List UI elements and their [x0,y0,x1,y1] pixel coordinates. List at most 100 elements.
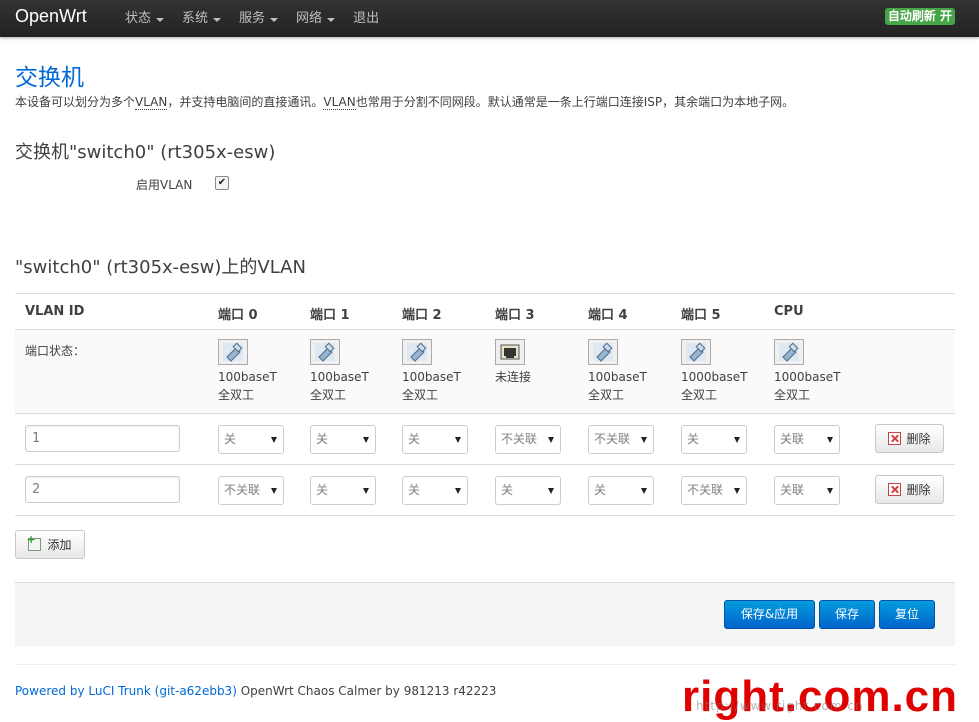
port-membership-select[interactable]: 不关联 [681,476,747,505]
dropdown-arrow-icon [641,437,647,443]
footer: Powered by LuCI Trunk (git-a62ebb3) Open… [15,684,496,698]
dropdown-arrow-icon [734,488,740,494]
select-value: 关 [408,432,421,446]
port-status-text: 1000baseT 全双工 [774,368,840,404]
header-port-3: 端口 3 [495,308,535,323]
port-status-text: 100baseT 全双工 [310,368,369,404]
delete-icon [888,432,902,445]
nav-item-logout[interactable]: 退出 [344,0,388,37]
dropdown-arrow-icon [363,437,369,443]
dropdown-arrow-icon [827,488,833,494]
footer-text: OpenWrt Chaos Calmer by 981213 r42223 [236,684,497,698]
port-membership-select[interactable]: 不关联 [588,425,654,454]
enable-vlan-checkbox[interactable]: ✔ [215,176,229,190]
save-apply-button[interactable]: 保存&应用 [724,600,815,629]
vlan-table: VLAN ID 端口 0 端口 1 端口 2 端口 3 端口 4 端口 5 CP… [15,293,955,516]
dropdown-arrow-icon [548,437,554,443]
form-actions: 保存&应用 保存 复位 [15,582,955,646]
watermark-url: http://www.right.com.cn [696,699,864,713]
vlan-id-input[interactable] [25,425,180,452]
port-duplex: 全双工 [310,388,347,402]
dropdown-arrow-icon [827,437,833,443]
nav-item-system[interactable]: 系统 [173,0,230,37]
dropdown-arrow-icon [455,437,461,443]
switch-section-title: 交换机"switch0" (rt305x-esw) [15,142,276,163]
ethernet-port-icon [310,339,340,365]
port-membership-select[interactable]: 关联 [774,425,840,454]
vlan-section-title: "switch0" (rt305x-esw)上的VLAN [15,257,306,278]
ethernet-port-icon [402,339,432,365]
port-status-cell: 100baseT 全双工 [218,339,277,404]
port-duplex: 全双工 [402,388,439,402]
nav-item-label: 退出 [353,11,380,26]
port-membership-select[interactable]: 关 [588,476,654,505]
page-description: 本设备可以划分为多个VLAN，并支持电脑间的直接通讯。VLAN也常用于分割不同网… [15,93,794,110]
nav-item-network[interactable]: 网络 [287,0,344,37]
description-text: 也常用于分割不同网段。默认通常是一条上行端口连接ISP，其余端口为本地子网。 [355,95,795,109]
port-status-cell: 100baseT 全双工 [310,339,369,404]
select-value: 不关联 [501,432,538,446]
chevron-down-icon [156,17,165,22]
reset-button[interactable]: 复位 [879,600,935,629]
enable-vlan-label: 启用VLAN [136,178,193,192]
select-value: 关 [501,483,514,497]
header-cpu: CPU [774,304,804,319]
port-speed: 100baseT [588,370,647,384]
port-membership-select[interactable]: 关 [495,476,561,505]
port-speed: 100baseT [218,370,277,384]
select-value: 不关联 [594,432,631,446]
dropdown-arrow-icon [641,488,647,494]
nav-item-label: 服务 [239,11,266,26]
dropdown-arrow-icon [548,488,554,494]
port-speed: 100baseT [402,370,461,384]
port-status-text: 100baseT 全双工 [588,368,647,404]
brand-logo[interactable]: OpenWrt [15,6,87,27]
dropdown-arrow-icon [271,437,277,443]
port-status-text: 未连接 [495,368,531,386]
port-membership-select[interactable]: 不关联 [218,476,284,505]
save-button[interactable]: 保存 [819,600,875,629]
port-membership-select[interactable]: 关 [310,476,376,505]
port-status-cell: 未连接 [495,339,531,386]
vlan-abbr: VLAN [323,95,356,110]
nav-item-label: 系统 [182,11,209,26]
footer-divider [15,664,955,665]
port-membership-select[interactable]: 关 [310,425,376,454]
port-status-cell: 100baseT 全双工 [402,339,461,404]
vlan-abbr: VLAN [135,95,168,110]
add-vlan-button[interactable]: 添加 [15,530,85,559]
ethernet-port-icon [588,339,618,365]
add-icon [26,533,42,551]
select-value: 关 [408,483,421,497]
delete-button-label: 删除 [906,483,931,497]
port-membership-select[interactable]: 关 [218,425,284,454]
auto-refresh-badge[interactable]: 自动刷新 开 [884,8,955,25]
nav-item-services[interactable]: 服务 [230,0,287,37]
port-membership-select[interactable]: 不关联 [495,425,561,454]
table-row: 关 关 关 不关联 不关联 关 关联 删除 [15,414,955,465]
nav-item-status[interactable]: 状态 [116,0,173,37]
port-duplex: 全双工 [218,388,255,402]
header-vlan-id: VLAN ID [25,304,85,319]
watermark-logo: right.com.cn [682,672,959,721]
delete-button[interactable]: 删除 [875,475,944,504]
port-membership-select[interactable]: 关 [402,425,468,454]
dropdown-arrow-icon [363,488,369,494]
main-nav: 状态 系统 服务 网络 退出 [116,0,388,37]
port-membership-select[interactable]: 关 [402,476,468,505]
select-value: 不关联 [224,483,261,497]
luci-link[interactable]: Powered by LuCI Trunk (git-a62ebb3) [15,684,237,698]
port-membership-select[interactable]: 关 [681,425,747,454]
delete-icon [888,483,902,496]
port-membership-select[interactable]: 关联 [774,476,840,505]
dropdown-arrow-icon [734,437,740,443]
dropdown-arrow-icon [271,488,277,494]
port-speed: 1000baseT [774,370,841,384]
description-text: ，并支持电脑间的直接通讯。 [167,95,324,109]
header-port-2: 端口 2 [402,308,442,323]
select-value: 关 [687,432,700,446]
delete-button[interactable]: 删除 [875,424,944,453]
ethernet-port-icon [774,339,804,365]
vlan-id-input[interactable] [25,476,180,503]
header-port-0: 端口 0 [218,308,258,323]
